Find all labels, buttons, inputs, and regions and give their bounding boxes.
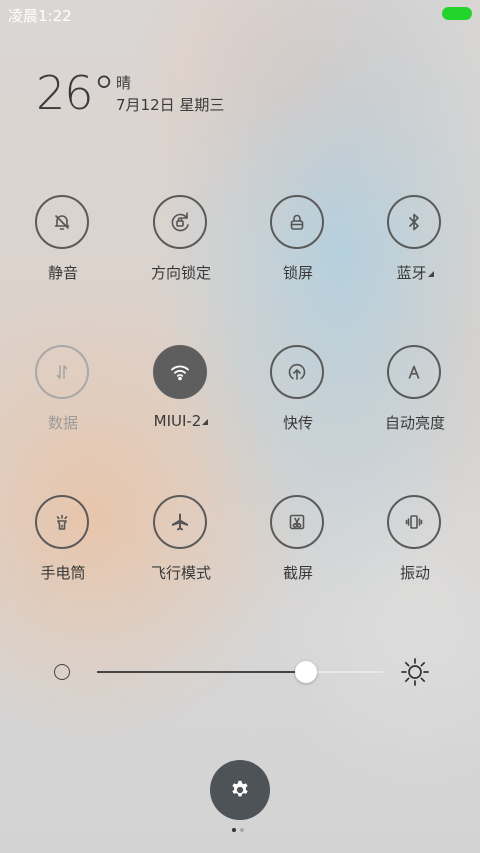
- rotation-lock-icon: [153, 195, 207, 249]
- auto-brightness-icon: [387, 345, 441, 399]
- toggle-lock-screen[interactable]: 锁屏: [240, 190, 356, 290]
- toggle-label: 快传: [282, 414, 313, 432]
- bell-off-icon: [35, 195, 89, 249]
- toggle-screenshot[interactable]: 截屏: [240, 490, 356, 590]
- toggle-airplane-mode[interactable]: 飞行模式: [123, 490, 239, 590]
- settings-button[interactable]: [210, 760, 270, 820]
- brightness-slider[interactable]: [0, 650, 480, 694]
- temperature: 26°: [36, 66, 116, 120]
- airplane-icon: [153, 495, 207, 549]
- toggle-flashlight[interactable]: 手电筒: [5, 490, 121, 590]
- brightness-thumb[interactable]: [294, 661, 317, 683]
- page-dot-active: [232, 828, 236, 832]
- status-bar: 凌晨1:22: [0, 0, 480, 28]
- toggle-label: 振动: [399, 564, 430, 582]
- brightness-high-icon: [399, 656, 431, 688]
- toggle-label: 手电筒: [40, 564, 86, 582]
- toggle-bluetooth[interactable]: 蓝牙: [357, 190, 473, 290]
- toggle-label: 自动亮度: [384, 414, 445, 432]
- bluetooth-icon: [387, 195, 441, 249]
- brightness-fill: [97, 671, 306, 673]
- toggle-rotation-lock[interactable]: 方向锁定: [123, 190, 239, 290]
- menu-indicator-icon: [202, 419, 209, 425]
- toggle-auto-brightness[interactable]: 自动亮度: [357, 340, 473, 440]
- page-indicator: [232, 828, 248, 834]
- page-dot: [240, 828, 244, 832]
- toggle-label: 数据: [47, 414, 78, 432]
- weather-condition: 晴: [116, 74, 132, 92]
- toggle-mobile-data[interactable]: 数据: [5, 340, 121, 440]
- status-time: 凌晨1:22: [8, 7, 72, 25]
- screenshot-icon: [270, 495, 324, 549]
- toggle-mute[interactable]: 静音: [5, 190, 121, 290]
- toggle-label: 静音: [47, 264, 78, 282]
- lock-icon: [270, 195, 324, 249]
- toggle-fast-transfer[interactable]: 快传: [240, 340, 356, 440]
- vibrate-icon: [387, 495, 441, 549]
- wifi-icon: [153, 345, 207, 399]
- toggle-vibrate[interactable]: 振动: [357, 490, 473, 590]
- gear-icon: [232, 780, 248, 797]
- toggle-wifi[interactable]: MIUI-2: [123, 340, 239, 440]
- toggle-label: 方向锁定: [150, 264, 211, 282]
- menu-indicator-icon: [427, 271, 434, 277]
- date-label: 7月12日 星期三: [116, 96, 225, 114]
- brightness-track[interactable]: [97, 661, 383, 683]
- toggle-label: MIUI-2: [123, 412, 239, 430]
- brightness-low-icon: [54, 664, 70, 680]
- battery-icon: [442, 7, 472, 20]
- toggle-label: 飞行模式: [150, 564, 211, 582]
- flashlight-icon: [35, 495, 89, 549]
- toggle-label: 锁屏: [282, 264, 313, 282]
- fast-transfer-icon: [270, 345, 324, 399]
- mobile-data-icon: [35, 345, 89, 399]
- toggle-label: 截屏: [282, 564, 313, 582]
- toggle-label: 蓝牙: [357, 262, 473, 283]
